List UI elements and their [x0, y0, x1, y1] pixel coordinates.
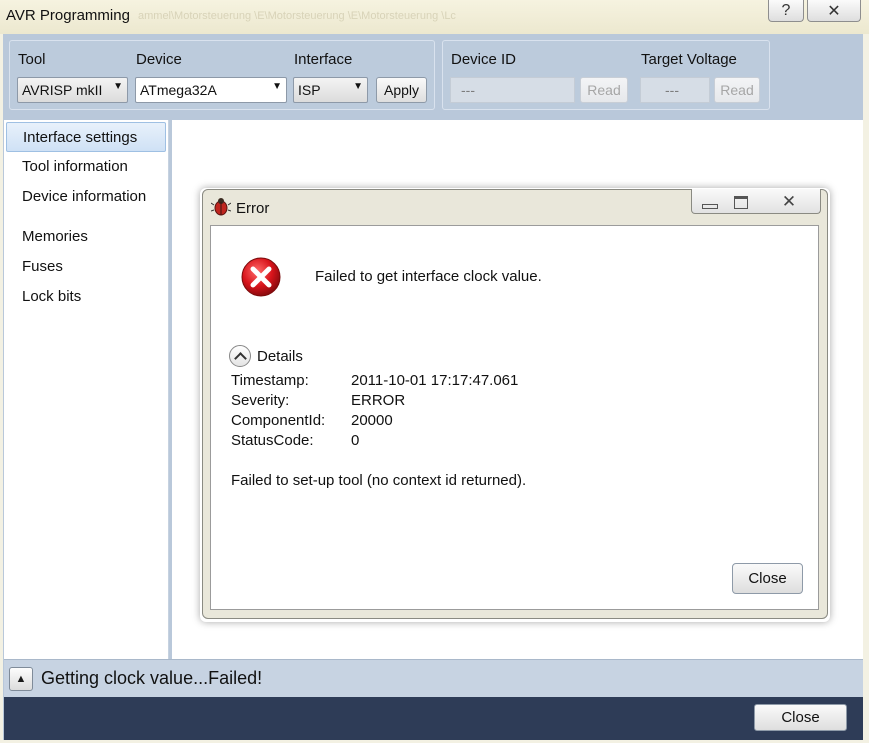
error-message: Failed to get interface clock value.: [315, 268, 542, 285]
minimize-icon: [702, 203, 718, 209]
interface-label: Interface: [294, 51, 353, 68]
dialog-close-action-button[interactable]: Close: [732, 563, 803, 594]
detail-key-severity: Severity:: [231, 392, 290, 409]
bottom-bar: [4, 697, 863, 740]
nav-item-device-information[interactable]: Device information: [6, 182, 166, 212]
chevron-down-icon: ▼: [113, 81, 123, 92]
details-toggle-button[interactable]: [229, 345, 251, 367]
details-label: Details: [257, 348, 303, 365]
window-close-button[interactable]: ✕: [807, 0, 861, 22]
chevron-up-icon: [233, 351, 247, 365]
nav-item-interface-settings[interactable]: Interface settings: [6, 122, 166, 152]
main-close-button[interactable]: Close: [754, 704, 847, 731]
detail-value-componentid: 20000: [351, 412, 393, 429]
interface-select-value: ISP: [298, 82, 321, 98]
device-select-value: ATmega32A: [140, 82, 217, 98]
tool-select[interactable]: AVRISP mkII ▼: [17, 77, 128, 103]
device-id-field: ---: [450, 77, 575, 103]
apply-button[interactable]: Apply: [376, 77, 427, 103]
app-bug-icon: [210, 197, 232, 217]
status-text: Getting clock value...Failed!: [41, 668, 263, 688]
close-icon: ✕: [781, 192, 797, 211]
dialog-title: Error: [236, 200, 270, 217]
target-voltage-read-button[interactable]: Read: [714, 77, 760, 103]
detail-value-statuscode: 0: [351, 432, 360, 449]
device-id-read-button[interactable]: Read: [580, 77, 628, 103]
status-expand-button[interactable]: ▲: [9, 667, 33, 691]
device-id-label: Device ID: [451, 51, 517, 68]
interface-select[interactable]: ISP ▼: [293, 77, 368, 103]
tool-label: Tool: [18, 51, 46, 68]
detail-value-severity: ERROR: [351, 392, 406, 409]
tool-select-value: AVRISP mkII: [22, 82, 103, 98]
nav-item-memories[interactable]: Memories: [6, 222, 166, 252]
help-icon: ?: [781, 1, 791, 19]
dialog-minimize-button[interactable]: [696, 190, 724, 214]
detail-key-componentid: ComponentId:: [231, 412, 326, 429]
nav-item-lock-bits[interactable]: Lock bits: [6, 282, 166, 312]
detail-value-timestamp: 2011-10-01 17:17:47.061: [351, 372, 519, 389]
target-voltage-field: ---: [640, 77, 710, 103]
detail-key-timestamp: Timestamp:: [231, 372, 309, 389]
window-title: AVR Programming: [6, 7, 130, 24]
error-icon: [240, 256, 282, 298]
dialog-maximize-button[interactable]: [727, 190, 755, 214]
target-voltage-label: Target Voltage: [641, 51, 737, 68]
nav-item-tool-information[interactable]: Tool information: [6, 152, 166, 182]
nav-item-fuses[interactable]: Fuses: [6, 252, 166, 282]
help-button[interactable]: ?: [768, 0, 804, 22]
dialog-close-button[interactable]: ✕: [760, 190, 818, 214]
detail-key-statuscode: StatusCode:: [231, 432, 314, 449]
chevron-down-icon: ▼: [353, 81, 363, 92]
device-select[interactable]: ATmega32A ▼: [135, 77, 287, 103]
error-extra-message: Failed to set-up tool (no context id ret…: [231, 472, 527, 489]
maximize-icon: [734, 195, 748, 209]
caret-up-icon: ▲: [15, 673, 27, 685]
device-label: Device: [136, 51, 182, 68]
background-window-title: ammel\Motorsteuerung \E\Motorsteuerung \…: [138, 10, 456, 22]
close-icon: ✕: [827, 2, 841, 20]
chevron-down-icon: ▼: [272, 81, 282, 92]
